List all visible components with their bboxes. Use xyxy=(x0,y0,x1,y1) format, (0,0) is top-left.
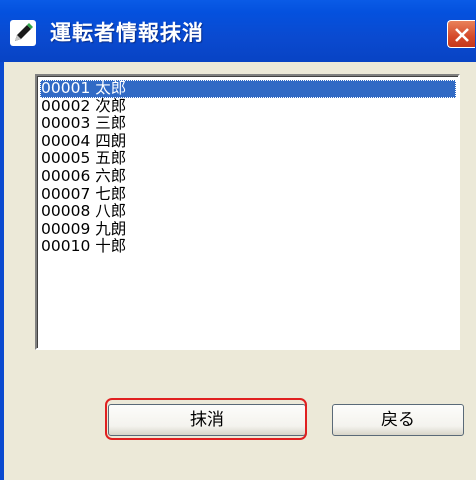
list-item[interactable]: 00005 五郎 xyxy=(40,150,456,168)
list-item[interactable]: 00008 八郎 xyxy=(40,203,456,221)
title-bar[interactable]: 運転者情報抹消 xyxy=(0,0,476,62)
driver-erase-window: 運転者情報抹消 00001 太郎 00002 次郎 00003 三郎 00004 四朗… xyxy=(0,0,476,480)
close-icon xyxy=(455,28,469,42)
close-button[interactable] xyxy=(447,20,475,48)
pen-icon xyxy=(10,20,36,46)
list-item[interactable]: 00004 四朗 xyxy=(40,132,456,151)
list-item[interactable]: 00002 次郎 xyxy=(40,97,456,116)
erase-button[interactable]: 抹消 xyxy=(108,404,306,436)
list-item[interactable]: 00007 七郎 xyxy=(40,185,456,204)
list-item[interactable]: 00009 九朗 xyxy=(40,220,456,239)
window-title: 運転者情報抹消 xyxy=(50,21,204,45)
list-item[interactable]: 00006 六郎 xyxy=(40,167,456,186)
list-item[interactable]: 00003 三郎 xyxy=(40,115,456,133)
back-button[interactable]: 戻る xyxy=(332,404,464,436)
driver-listbox[interactable]: 00001 太郎 00002 次郎 00003 三郎 00004 四朗 00005 五郎… xyxy=(35,74,460,350)
driver-list: 00001 太郎 00002 次郎 00003 三郎 00004 四朗 00005 五郎… xyxy=(40,79,456,256)
list-item[interactable]: 00010 十郎 xyxy=(40,238,456,256)
window-frame-left xyxy=(0,62,4,480)
list-item[interactable]: 00001 太郎 xyxy=(40,79,456,98)
